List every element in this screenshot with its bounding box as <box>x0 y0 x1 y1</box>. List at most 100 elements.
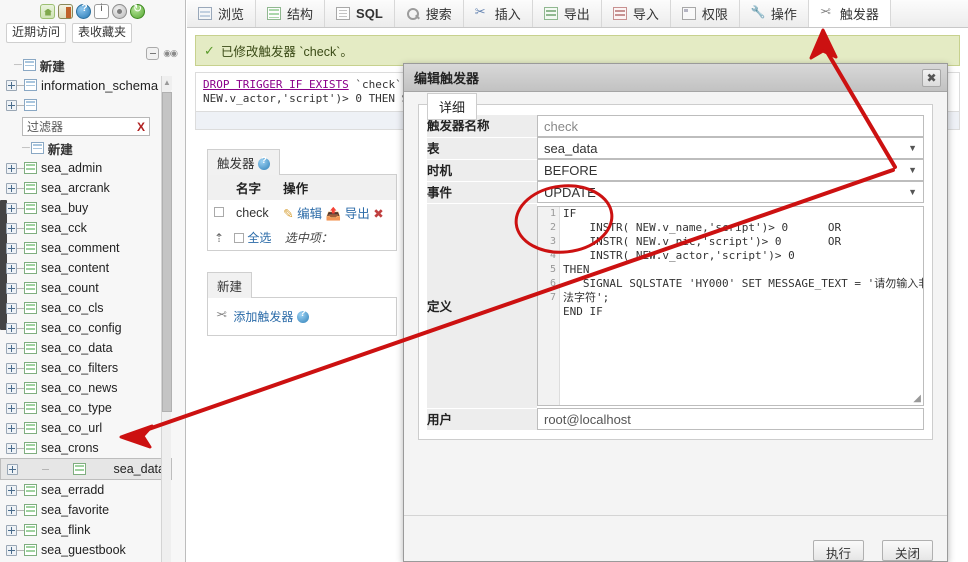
table-select[interactable]: sea_data ▼ <box>537 137 924 159</box>
triggers-panel-tab[interactable]: 触发器 <box>207 149 280 175</box>
tab-insert[interactable]: 插入 <box>464 0 533 27</box>
tab-browse[interactable]: 浏览 <box>187 0 257 27</box>
table-icon <box>72 463 86 475</box>
expand-icon[interactable] <box>6 442 17 454</box>
expand-icon[interactable] <box>6 302 17 314</box>
sidebar-table-item[interactable]: sea_flink <box>0 520 172 540</box>
add-trigger-link[interactable]: 添加触发器 <box>233 310 293 324</box>
tree-item-new-db[interactable]: ─ 新建 <box>0 55 172 75</box>
table-row[interactable]: check ✎ 编辑 📤 导出 ✖ <box>208 200 396 225</box>
sidebar-table-item[interactable]: sea_count <box>0 278 172 298</box>
help-icon[interactable] <box>258 155 270 170</box>
info-icon[interactable] <box>94 3 109 19</box>
definition-editor[interactable]: 1 2 3 4 5 6 7 IF INSTR( NEW.v_name,'script')> … <box>537 205 924 406</box>
close-button[interactable]: 关闭 <box>881 540 933 561</box>
expand-icon[interactable] <box>6 99 17 111</box>
expand-icon[interactable] <box>6 282 17 294</box>
sidebar-table-item[interactable]: sea_co_filters <box>0 358 172 378</box>
expand-icon[interactable] <box>6 322 17 334</box>
tab-sql[interactable]: SQL <box>325 0 395 27</box>
help-icon[interactable] <box>76 3 92 19</box>
delete-icon[interactable]: ✖ <box>373 207 383 221</box>
filter-clear-icon[interactable]: X <box>137 120 145 134</box>
scrollbar-thumb[interactable] <box>162 92 172 412</box>
help-icon[interactable] <box>296 308 309 323</box>
tab-operations[interactable]: 操作 <box>740 0 809 27</box>
sidebar-table-item[interactable]: sea_content <box>0 258 172 278</box>
export-link[interactable]: 导出 <box>345 207 370 221</box>
event-select[interactable]: UPDATE ▼ <box>537 181 924 203</box>
filter-input[interactable]: 过滤器 X <box>22 117 150 136</box>
select-all-checkbox[interactable] <box>234 233 245 243</box>
tab-recent[interactable]: 近期访问 <box>6 23 67 43</box>
expand-icon[interactable] <box>6 544 17 556</box>
expand-icon[interactable] <box>6 342 17 354</box>
row-checkbox[interactable] <box>214 206 224 217</box>
sidebar-table-item[interactable]: sea_co_cls <box>0 298 172 318</box>
tab-privileges[interactable]: 权限 <box>671 0 740 27</box>
expand-icon[interactable] <box>6 222 17 234</box>
expand-icon[interactable] <box>6 79 17 91</box>
tab-search[interactable]: 搜索 <box>395 0 464 27</box>
tree-label: 新建 <box>39 59 65 74</box>
sidebar-table-item[interactable]: sea_admin <box>0 158 172 178</box>
edit-icon[interactable]: ✎ <box>283 207 293 221</box>
tab-triggers[interactable]: 触发器 <box>808 0 891 27</box>
select-all-label[interactable]: 全选 <box>247 231 271 245</box>
gear-icon[interactable] <box>112 3 127 19</box>
resize-handle-icon[interactable]: ◢ <box>913 393 921 404</box>
sidebar-table-item[interactable]: sea_co_news <box>0 378 172 398</box>
new-panel-tab[interactable]: 新建 <box>207 272 253 298</box>
expand-icon[interactable] <box>6 202 17 214</box>
expand-icon[interactable] <box>6 504 17 516</box>
sidebar-table-item[interactable]: sea_arcrank <box>0 178 172 198</box>
sidebar-table-item[interactable]: sea_guestbook <box>0 540 172 560</box>
tree-item-current-db[interactable] <box>0 95 172 115</box>
sidebar-scrollbar[interactable]: ▲ <box>161 76 172 562</box>
sidebar-table-item[interactable]: sea_favorite <box>0 500 172 520</box>
tab-import[interactable]: 导入 <box>602 0 671 27</box>
expand-icon[interactable] <box>6 362 17 374</box>
tab-export[interactable]: 导出 <box>533 0 602 27</box>
definition-code[interactable]: IF INSTR( NEW.v_name,'script')> 0 OR INS… <box>561 207 923 405</box>
doc-icon[interactable] <box>58 3 73 19</box>
tab-structure[interactable]: 结构 <box>256 0 326 27</box>
search-icon <box>406 7 420 20</box>
sidebar-table-item[interactable]: sea_co_url <box>0 418 172 438</box>
execute-button[interactable]: 执行 <box>812 540 864 561</box>
table-icon <box>24 182 37 194</box>
sidebar-table-item[interactable]: sea_data <box>0 458 172 480</box>
expand-icon[interactable] <box>6 422 17 434</box>
expand-icon[interactable] <box>6 242 17 254</box>
sidebar-table-item[interactable]: sea_erradd <box>0 480 172 500</box>
dialog-header[interactable]: 编辑触发器 ✖ <box>404 64 947 92</box>
export-icon[interactable]: 📤 <box>326 207 342 221</box>
expand-icon[interactable] <box>7 463 18 475</box>
tab-favorites[interactable]: 表收藏夹 <box>72 23 133 43</box>
close-icon[interactable]: ✖ <box>922 68 941 87</box>
expand-icon[interactable] <box>6 382 17 394</box>
expand-icon[interactable] <box>6 182 17 194</box>
expand-icon[interactable] <box>6 484 17 496</box>
home-icon[interactable] <box>40 3 55 19</box>
scroll-up-icon[interactable]: ▲ <box>162 76 172 90</box>
expand-icon[interactable] <box>6 162 17 174</box>
expand-icon[interactable] <box>6 262 17 274</box>
tree-item-new-table[interactable]: ─ 新建 <box>0 138 172 158</box>
expand-icon[interactable] <box>6 402 17 414</box>
sidebar-table-item[interactable]: sea_comment <box>0 238 172 258</box>
sidebar-table-item[interactable]: sea_co_type <box>0 398 172 418</box>
sidebar-table-item[interactable]: sea_co_config <box>0 318 172 338</box>
sidebar-table-item[interactable]: sea_crons <box>0 438 172 458</box>
new-icon <box>30 142 44 154</box>
edit-link[interactable]: 编辑 <box>297 207 322 221</box>
user-input[interactable]: root@localhost <box>537 408 924 430</box>
tree-item-information-schema[interactable]: information_schema <box>0 75 172 95</box>
refresh-icon[interactable] <box>130 2 145 19</box>
trigger-name-input[interactable]: check <box>537 115 924 137</box>
sidebar-table-item[interactable]: sea_co_data <box>0 338 172 358</box>
sidebar-table-item[interactable]: sea_cck <box>0 218 172 238</box>
timing-select[interactable]: BEFORE ▼ <box>537 159 924 181</box>
expand-icon[interactable] <box>6 524 17 536</box>
sidebar-table-item[interactable]: sea_buy <box>0 198 172 218</box>
